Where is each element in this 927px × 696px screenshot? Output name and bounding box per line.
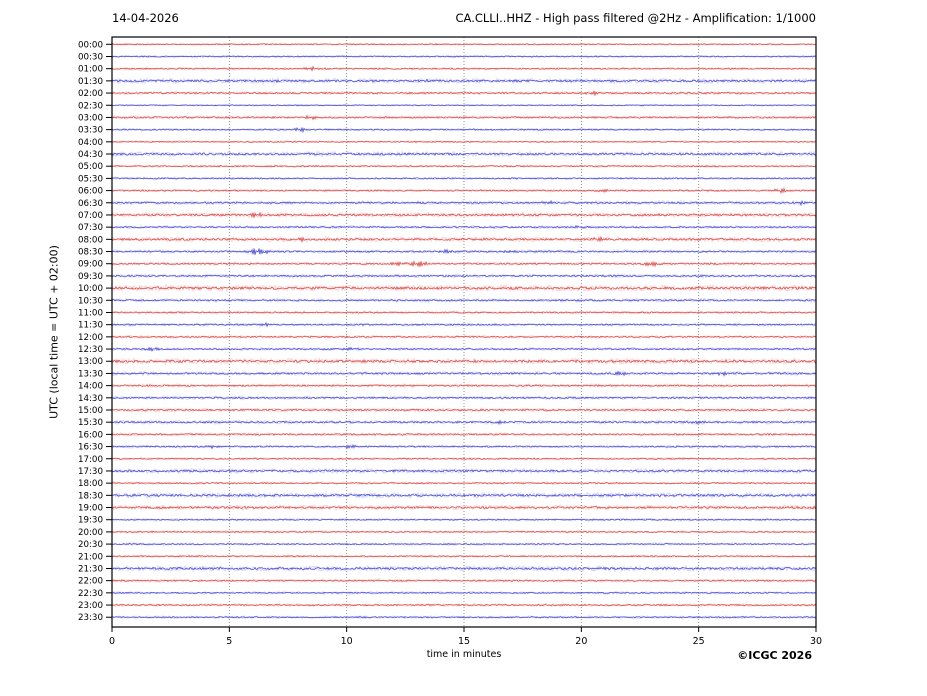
x-tick-label: 30 (810, 636, 822, 647)
row-label: 04:30 (78, 150, 103, 160)
row-label: 03:00 (78, 113, 103, 123)
row-label: 19:30 (78, 516, 103, 526)
row-label: 06:00 (78, 187, 103, 197)
row-label: 17:30 (78, 467, 103, 477)
row-label: 02:30 (78, 101, 103, 111)
x-tick-label: 10 (341, 636, 353, 647)
row-label: 05:30 (78, 174, 103, 184)
seismogram-figure: 14-04-2026 CA.CLLI..HHZ - High pass filt… (0, 0, 927, 696)
row-label: 14:30 (78, 394, 103, 404)
row-label: 13:30 (78, 369, 103, 379)
row-label: 19:00 (78, 504, 103, 514)
row-label: 14:00 (78, 382, 103, 392)
row-label: 17:00 (78, 455, 103, 465)
y-axis-tick-labels: 00:00 00:30 01:00 01:30 02:00 02:30 03:00 03:30… (78, 40, 103, 623)
row-label: 01:00 (78, 65, 103, 75)
copyright-label: ©ICGC 2026 (737, 649, 812, 662)
row-label: 12:00 (78, 333, 103, 343)
row-label: 10:30 (78, 296, 103, 306)
row-label: 18:30 (78, 491, 103, 501)
row-label: 12:30 (78, 345, 103, 355)
x-axis-tick-labels: 0 5 10 15 20 25 30 (109, 636, 822, 647)
row-label: 13:00 (78, 357, 103, 367)
row-label: 09:00 (78, 260, 103, 270)
x-tick-label: 25 (693, 636, 705, 647)
row-label: 16:30 (78, 443, 103, 453)
row-label: 21:30 (78, 564, 103, 574)
row-label: 08:00 (78, 235, 103, 245)
row-label: 06:30 (78, 199, 103, 209)
row-label: 00:30 (78, 52, 103, 62)
gridlines (228, 37, 700, 627)
row-label: 01:30 (78, 77, 103, 87)
row-label: 03:30 (78, 126, 103, 136)
row-label: 16:00 (78, 430, 103, 440)
row-label: 20:30 (78, 540, 103, 550)
row-label: 11:00 (78, 308, 103, 318)
row-label: 22:00 (78, 577, 103, 587)
row-label: 02:00 (78, 89, 103, 99)
trace-rows (111, 41, 817, 620)
row-label: 18:00 (78, 479, 103, 489)
row-label: 15:30 (78, 418, 103, 428)
row-label: 09:30 (78, 272, 103, 282)
row-label: 00:00 (78, 40, 103, 50)
x-tick-label: 0 (109, 636, 115, 647)
trace-row (111, 55, 817, 58)
row-label: 08:30 (78, 248, 103, 258)
row-label: 23:30 (78, 613, 103, 623)
x-tick-label: 5 (226, 636, 232, 647)
row-label: 07:00 (78, 211, 103, 221)
row-label: 15:00 (78, 406, 103, 416)
row-label: 20:00 (78, 528, 103, 538)
row-label: 22:30 (78, 589, 103, 599)
x-tick-label: 15 (458, 636, 470, 647)
row-label: 10:00 (78, 284, 103, 294)
y-axis-ticks (106, 43, 112, 618)
row-label: 07:30 (78, 223, 103, 233)
x-axis-ticks (111, 627, 817, 632)
x-tick-label: 20 (575, 636, 587, 647)
helicorder-plot: 00:00 00:30 01:00 01:30 02:00 02:30 03:00 03:30… (78, 36, 822, 647)
x-axis-label: time in minutes (426, 649, 502, 660)
row-label: 05:00 (78, 162, 103, 172)
row-label: 21:00 (78, 552, 103, 562)
row-label: 04:00 (78, 138, 103, 148)
row-label: 23:00 (78, 601, 103, 611)
row-label: 11:30 (78, 321, 103, 331)
